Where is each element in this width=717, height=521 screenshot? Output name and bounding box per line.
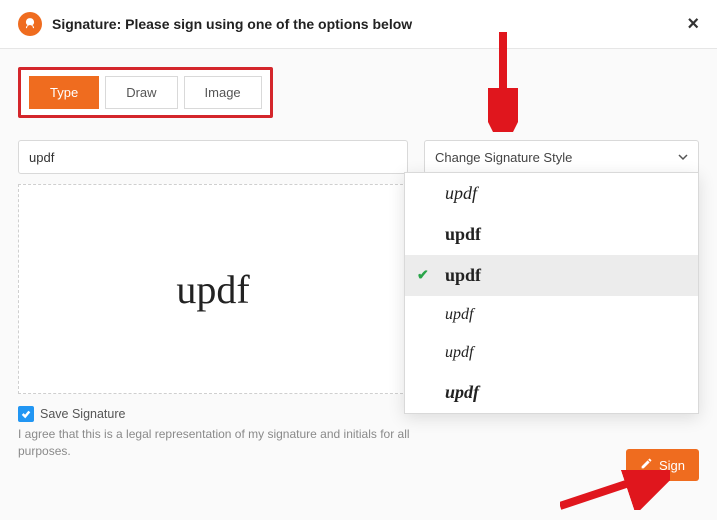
- tab-image[interactable]: Image: [184, 76, 262, 109]
- signature-input-row: Change Signature Style: [18, 140, 699, 174]
- style-option[interactable]: updf: [405, 372, 698, 413]
- signature-style-select[interactable]: Change Signature Style: [424, 140, 699, 174]
- dialog-title: Signature: Please sign using one of the …: [52, 16, 412, 32]
- save-signature-checkbox[interactable]: [18, 406, 34, 422]
- sign-button[interactable]: Sign: [626, 449, 699, 481]
- signature-preview-text: updf: [176, 266, 249, 313]
- disclaimer-text: I agree that this is a legal representat…: [18, 426, 438, 460]
- style-option[interactable]: updf: [405, 214, 698, 255]
- tab-draw[interactable]: Draw: [105, 76, 177, 109]
- check-icon: ✔: [417, 267, 429, 284]
- signature-text-input[interactable]: [18, 140, 408, 174]
- signature-mode-tabs: Type Draw Image: [18, 67, 273, 118]
- style-option-selected[interactable]: ✔ updf: [405, 255, 698, 296]
- save-signature-label: Save Signature: [40, 407, 125, 421]
- style-option[interactable]: updf: [405, 173, 698, 214]
- tab-type[interactable]: Type: [29, 76, 99, 109]
- signature-preview: updf: [18, 184, 408, 394]
- style-option[interactable]: updf: [405, 334, 698, 372]
- dialog-footer: Save Signature I agree that this is a le…: [18, 406, 699, 460]
- edit-icon: [640, 457, 653, 473]
- style-option[interactable]: updf: [405, 296, 698, 334]
- signature-style-label: Change Signature Style: [435, 150, 572, 165]
- signature-style-dropdown: updf updf ✔ updf updf updf updf: [404, 172, 699, 414]
- app-logo-icon: [18, 12, 42, 36]
- sign-button-label: Sign: [659, 458, 685, 473]
- chevron-down-icon: [678, 150, 688, 165]
- close-icon[interactable]: ×: [687, 14, 699, 34]
- dialog-header: Signature: Please sign using one of the …: [0, 0, 717, 49]
